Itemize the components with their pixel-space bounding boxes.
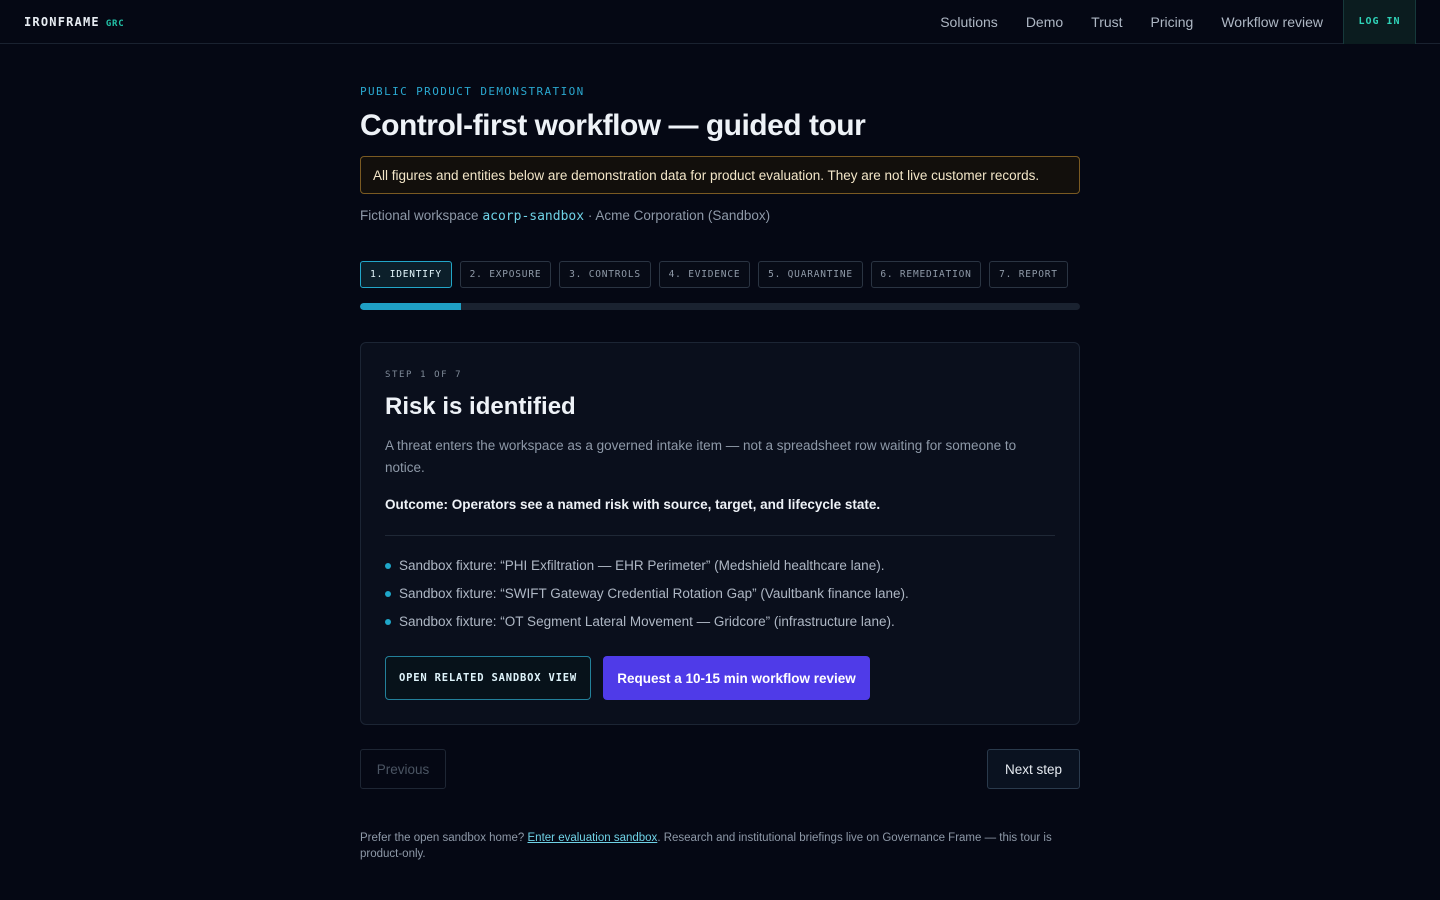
tab-evidence[interactable]: 4. EVIDENCE — [659, 261, 750, 288]
next-step-button[interactable]: Next step — [987, 749, 1080, 789]
open-sandbox-view-button[interactable]: OPEN RELATED SANDBOX VIEW — [385, 656, 591, 700]
notice-text: All figures and entities below are demon… — [373, 167, 1040, 183]
previous-button[interactable]: Previous — [360, 749, 446, 789]
nav-link-demo[interactable]: Demo — [1026, 14, 1063, 30]
step-card: STEP 1 OF 7 Risk is identified A threat … — [360, 342, 1080, 725]
tab-controls[interactable]: 3. CONTROLS — [559, 261, 651, 288]
tab-quarantine[interactable]: 5. QUARANTINE — [758, 261, 863, 288]
brand-logo[interactable]: IRONFRAME GRC — [24, 15, 124, 29]
bullet-dot-icon — [385, 563, 391, 569]
tab-identify[interactable]: 1. IDENTIFY — [360, 261, 452, 288]
fixture-text: Sandbox fixture: “OT Segment Lateral Mov… — [399, 614, 895, 629]
bullet-dot-icon — [385, 619, 391, 625]
nav-link-trust[interactable]: Trust — [1091, 14, 1122, 30]
workspace-line: Fictional workspace acorp-sandbox · Acme… — [360, 208, 770, 224]
list-item: Sandbox fixture: “SWIFT Gateway Credenti… — [385, 584, 1055, 612]
tab-remediation[interactable]: 6. REMEDIATION — [871, 261, 981, 288]
step-tabs: 1. IDENTIFY 2. EXPOSURE 3. CONTROLS 4. E… — [360, 261, 1080, 288]
workspace-suffix: · Acme Corporation (Sandbox) — [584, 208, 771, 223]
step-description: A threat enters the workspace as a gover… — [385, 438, 1017, 475]
tab-report[interactable]: 7. REPORT — [989, 261, 1068, 288]
step-counter: STEP 1 OF 7 — [385, 370, 463, 380]
brand-tag: GRC — [105, 18, 125, 29]
request-workflow-review-button[interactable]: Request a 10-15 min workflow review — [603, 656, 870, 700]
main-nav: Solutions Demo Trust Pricing Workflow re… — [940, 0, 1416, 44]
nav-link-solutions[interactable]: Solutions — [940, 14, 998, 30]
list-item: Sandbox fixture: “PHI Exfiltration — EHR… — [385, 556, 1055, 584]
fixture-text: Sandbox fixture: “PHI Exfiltration — EHR… — [399, 558, 885, 573]
footnote-prefix: Prefer the open sandbox home? — [360, 832, 528, 844]
nav-link-workflow-review[interactable]: Workflow review — [1221, 14, 1323, 30]
step-pager: Previous Next step — [360, 749, 1080, 789]
page-title: Control-first workflow — guided tour — [360, 109, 866, 142]
card-divider — [385, 535, 1055, 536]
nav-link-pricing[interactable]: Pricing — [1151, 14, 1194, 30]
workspace-prefix: Fictional workspace — [360, 208, 483, 223]
demo-data-notice: All figures and entities below are demon… — [360, 156, 1080, 194]
tab-exposure[interactable]: 2. EXPOSURE — [460, 261, 551, 288]
workspace-code: acorp-sandbox — [482, 209, 585, 224]
tour-progress-bar — [360, 303, 1080, 310]
card-actions: OPEN RELATED SANDBOX VIEW Request a 10-1… — [385, 656, 870, 700]
top-navigation-bar: IRONFRAME GRC Solutions Demo Trust Prici… — [0, 0, 1440, 44]
step-title: Risk is identified — [385, 393, 576, 420]
login-button[interactable]: LOG IN — [1343, 0, 1416, 44]
footnote: Prefer the open sandbox home? Enter eval… — [360, 830, 1080, 862]
brand-name: IRONFRAME — [24, 14, 100, 29]
bullet-dot-icon — [385, 591, 391, 597]
list-item: Sandbox fixture: “OT Segment Lateral Mov… — [385, 612, 1055, 640]
fixture-list: Sandbox fixture: “PHI Exfiltration — EHR… — [385, 556, 1055, 640]
fixture-text: Sandbox fixture: “SWIFT Gateway Credenti… — [399, 586, 909, 601]
tour-progress-fill — [360, 303, 461, 310]
enter-sandbox-link[interactable]: Enter evaluation sandbox — [528, 832, 658, 844]
page-eyebrow: PUBLIC PRODUCT DEMONSTRATION — [360, 85, 585, 98]
step-outcome: Outcome: Operators see a named risk with… — [385, 497, 881, 512]
